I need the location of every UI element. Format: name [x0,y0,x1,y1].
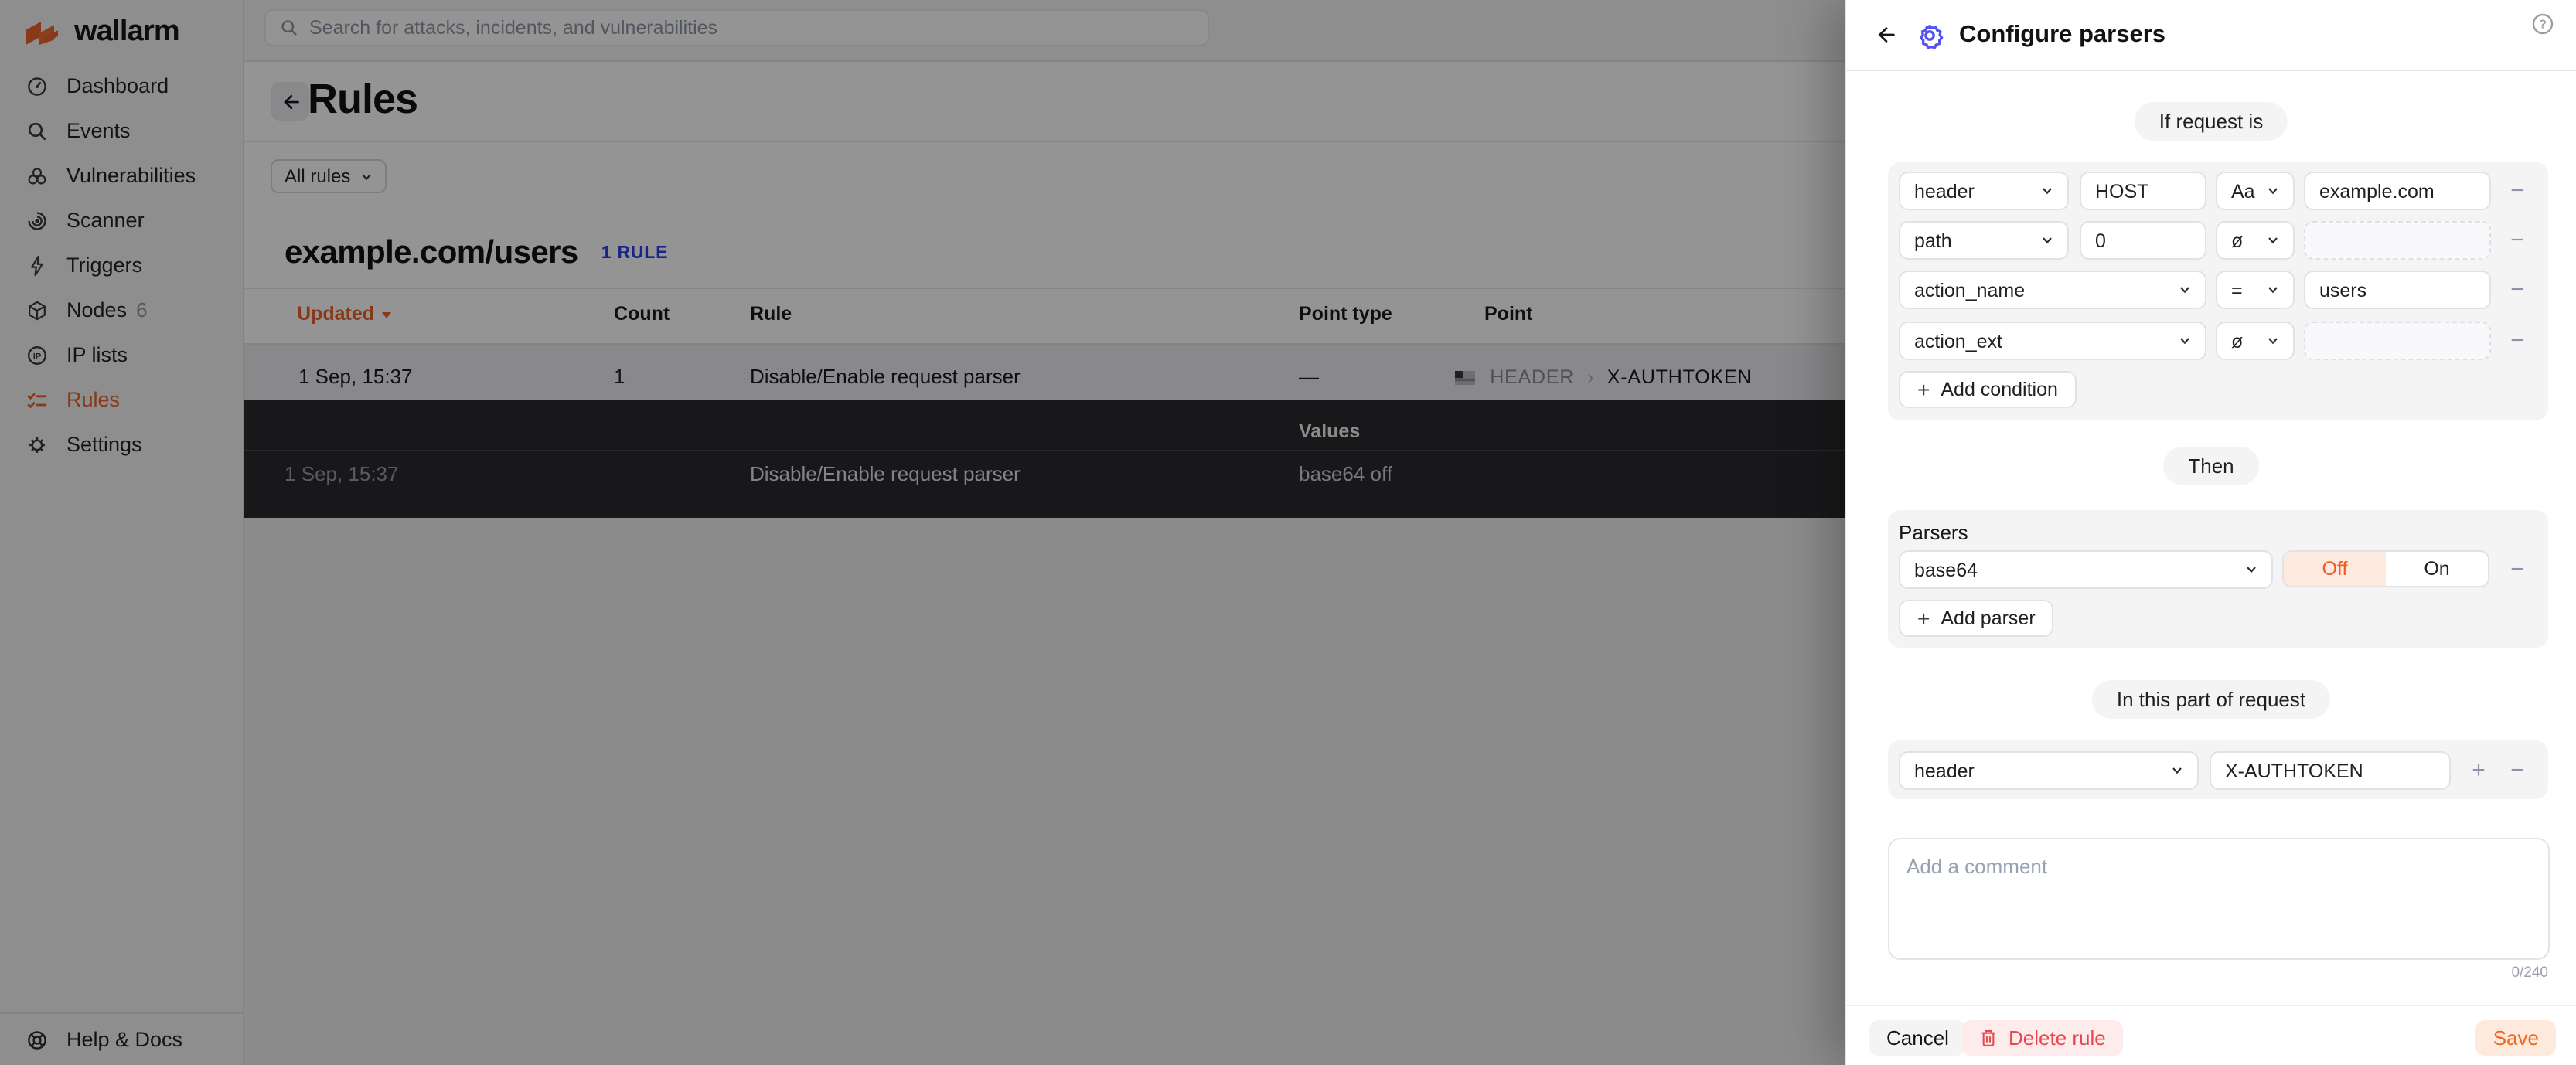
parsers-section: Parsers base64 Off On − + Add parser [1888,510,2548,648]
configure-parsers-panel: Configure parsers ? If request is header… [1845,0,2576,1065]
comment-textarea[interactable] [1888,838,2550,960]
condition-operator-select[interactable]: ø [2216,221,2295,260]
remove-parser-button[interactable]: − [2505,556,2530,583]
panel-back-button[interactable] [1874,23,1897,46]
panel-footer: Cancel Delete rule Save [1846,1005,2576,1065]
if-request-is-pill: If request is [2135,102,2288,141]
arrow-left-icon [1874,23,1897,46]
chevron-down-icon [2245,566,2257,573]
add-condition-button[interactable]: + Add condition [1899,371,2077,408]
chevron-down-icon [2267,337,2279,345]
condition-key-input[interactable] [2080,172,2206,210]
condition-field-select[interactable]: action_ext [1899,322,2206,360]
condition-value-input[interactable] [2304,172,2491,210]
modal-overlay[interactable] [0,0,1845,1065]
parser-select[interactable]: base64 [1899,550,2273,589]
parsers-label: Parsers [1899,521,1968,544]
chevron-down-icon [2179,337,2191,345]
plus-icon: + [1917,377,1930,402]
chevron-down-icon [2171,767,2183,774]
condition-field-select[interactable]: header [1899,172,2069,210]
remove-condition-button[interactable]: − [2505,328,2530,354]
comment-counter: 0/240 [2511,965,2548,982]
toggle-off-option[interactable]: Off [2284,552,2386,586]
cancel-button[interactable]: Cancel [1869,1020,1966,1056]
chevron-down-icon [2267,286,2279,294]
remove-condition-button[interactable]: − [2505,178,2530,204]
parser-state-toggle: Off On [2282,550,2489,587]
condition-field-select[interactable]: action_name [1899,271,2206,309]
remove-condition-button[interactable]: − [2505,277,2530,303]
question-circle-icon: ? [2531,12,2554,36]
plus-icon: + [1917,606,1930,631]
condition-operator-select[interactable]: = [2216,271,2295,309]
trash-icon [1979,1028,1998,1048]
condition-operator-select[interactable]: ø [2216,322,2295,360]
part-of-request-section: header + − [1888,740,2548,799]
chevron-down-icon [2267,236,2279,244]
help-button[interactable]: ? [2531,12,2554,43]
part-value-input[interactable] [2210,751,2451,790]
panel-header: Configure parsers [1846,0,2576,71]
condition-field-select[interactable]: path [1899,221,2069,260]
remove-part-button[interactable]: − [2505,757,2530,784]
add-parser-button[interactable]: + Add parser [1899,600,2054,637]
then-pill: Then [2163,447,2258,485]
condition-value-input-disabled [2304,221,2491,260]
condition-operator-select[interactable]: Aa [2216,172,2295,210]
conditions-section: header Aa − path ø [1888,162,2548,420]
condition-key-input[interactable] [2080,221,2206,260]
remove-condition-button[interactable]: − [2505,227,2530,253]
chevron-down-icon [2041,187,2053,195]
panel-title: Configure parsers [1959,21,2165,49]
delete-rule-button[interactable]: Delete rule [1962,1020,2123,1056]
condition-value-input-disabled [2304,322,2491,360]
chevron-down-icon [2041,236,2053,244]
part-field-select[interactable]: header [1899,751,2199,790]
parser-gear-icon [1916,21,1944,49]
svg-text:?: ? [2539,19,2547,32]
condition-value-input[interactable] [2304,271,2491,309]
chevron-down-icon [2179,286,2191,294]
save-button[interactable]: Save [2476,1020,2556,1056]
add-part-button[interactable]: + [2466,757,2491,784]
comment-field[interactable] [1888,838,2550,960]
chevron-down-icon [2267,187,2279,195]
toggle-on-option[interactable]: On [2386,552,2488,586]
part-of-request-pill: In this part of request [2092,680,2330,719]
